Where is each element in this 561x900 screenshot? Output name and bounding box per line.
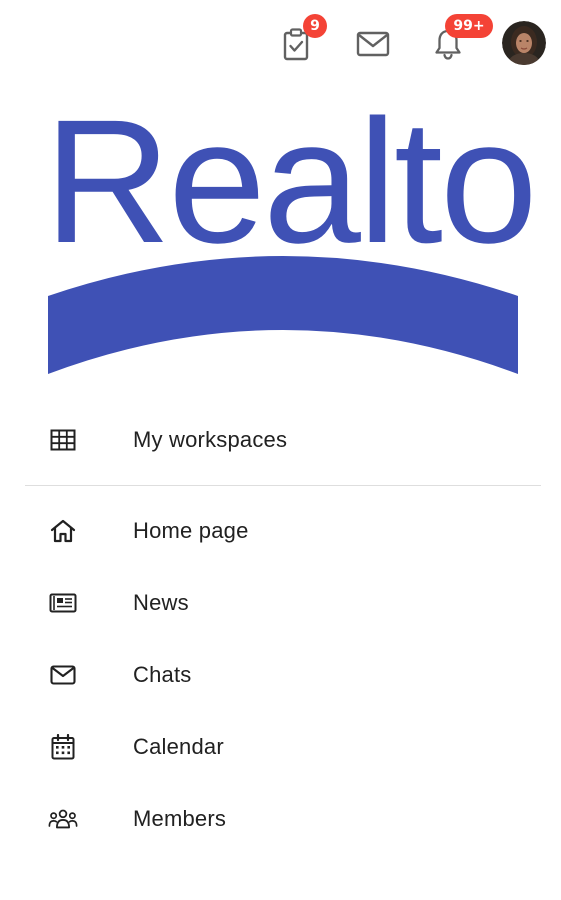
top-bar: 9 99+	[0, 0, 561, 86]
nav-label-news: News	[133, 590, 189, 615]
nav-item-chats[interactable]: Chats	[0, 639, 561, 711]
messages-button[interactable]	[353, 24, 393, 64]
realto-logo: Realto	[40, 86, 538, 386]
calendar-icon	[48, 732, 78, 762]
nav-label-members: Members	[133, 806, 227, 831]
home-icon	[48, 516, 78, 546]
app-drawer: 9 99+ Realto My workspaces Home page New…	[0, 0, 561, 900]
nav-divider	[25, 485, 541, 486]
nav-item-members[interactable]: Members	[0, 783, 561, 855]
nav-item-my-workspaces[interactable]: My workspaces	[0, 404, 561, 476]
tasks-count-badge: 9	[303, 14, 327, 38]
notifications-count-badge: 99+	[445, 14, 493, 38]
nav-item-calendar[interactable]: Calendar	[0, 711, 561, 783]
nav-label-chats: Chats	[133, 662, 192, 687]
nav-label-my-workspaces: My workspaces	[133, 427, 288, 452]
nav-label-home-page: Home page	[133, 518, 249, 543]
nav-label-calendar: Calendar	[133, 734, 224, 759]
envelope-icon	[48, 660, 78, 690]
user-avatar[interactable]	[502, 21, 546, 65]
nav-item-home-page[interactable]: Home page	[0, 495, 561, 567]
group-icon	[48, 804, 78, 834]
nav-item-news[interactable]: News	[0, 567, 561, 639]
newspaper-icon	[48, 588, 78, 618]
avatar-photo	[502, 21, 546, 65]
envelope-icon	[356, 31, 390, 57]
grid-table-icon	[48, 425, 78, 455]
nav-menu: My workspaces Home page News Chats Calen…	[0, 404, 561, 855]
logo-swoosh	[48, 256, 518, 374]
